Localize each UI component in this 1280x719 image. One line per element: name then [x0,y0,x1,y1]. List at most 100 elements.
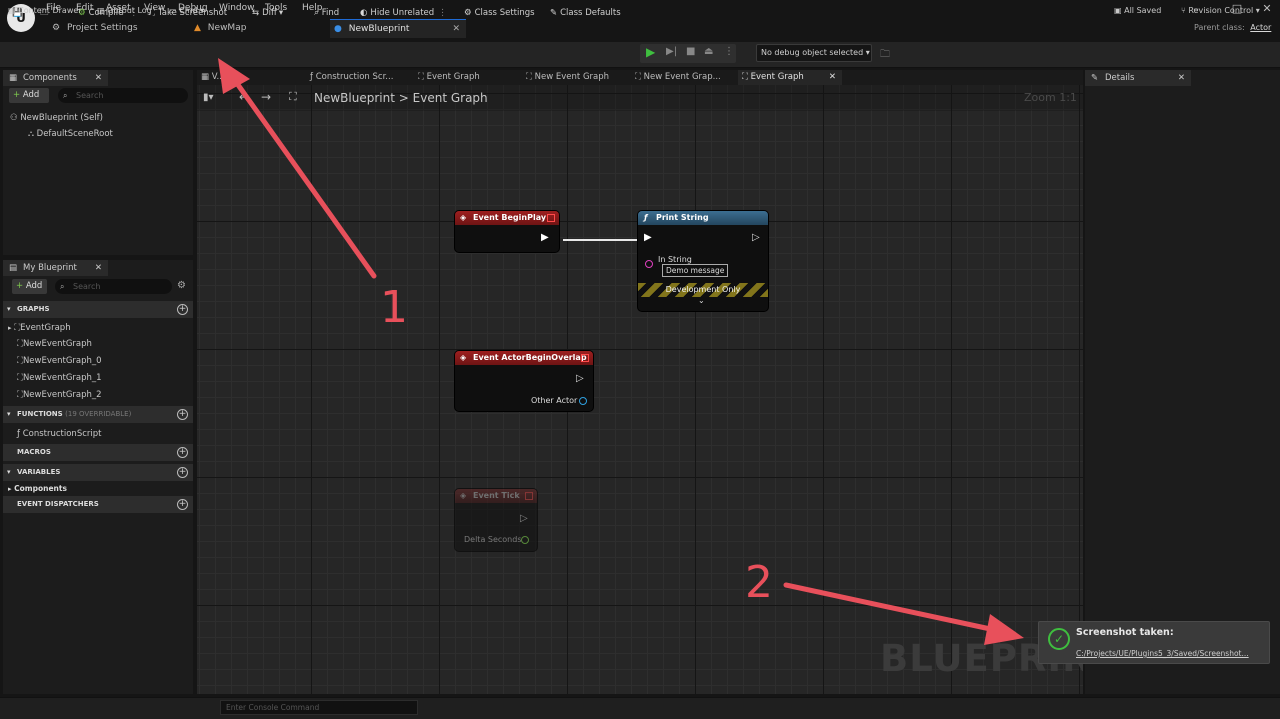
parent-class-value[interactable]: Actor [1250,23,1271,32]
graph-icon: ⛶ [742,72,748,82]
close-icon[interactable]: ✕ [95,260,102,276]
components-tab[interactable]: ▦ Components ✕ [3,70,108,86]
graph-item-eventgraph[interactable]: ▸ ⛶EventGraph [8,323,71,333]
graph-item-neweventgraph-0[interactable]: ⛶NewEventGraph_0 [17,356,102,366]
all-saved-button[interactable]: ▣ All Saved [1114,3,1161,19]
tab-label: NewBlueprint [348,24,410,34]
graphs-section-header[interactable]: ▾ GRAPHS [3,301,193,318]
forward-arrow-icon[interactable]: → [261,90,271,104]
add-member-button[interactable]: + Add [12,279,47,294]
class-settings-button[interactable]: ⚙ Class Settings [460,3,539,23]
bookmark-icon[interactable]: ▮▾ [203,92,214,103]
graph-item-neweventgraph-1[interactable]: ⛶NewEventGraph_1 [17,373,102,383]
node-header: ◈ Event ActorBeginOverlap [455,351,593,365]
exec-out-pin[interactable]: ▷ [576,373,584,384]
pencil-icon: ✎ [1091,73,1099,83]
play-controls: ▶ ▶| ■ ⏏ ⋮ [640,44,736,63]
tab-viewport[interactable]: ▦ V... [197,70,255,85]
macros-section-header[interactable]: MACROS [3,444,193,461]
variables-section-header[interactable]: ▾ VARIABLES [3,464,193,481]
delta-seconds-label: Delta Seconds [464,535,522,544]
function-item-constructionscript[interactable]: ƒ ConstructionScript [17,429,101,439]
close-icon[interactable]: ✕ [1178,70,1185,86]
details-tab[interactable]: ✎ Details ✕ [1085,70,1191,86]
parent-class-label: Parent class: [1194,23,1245,32]
revision-control-button[interactable]: ⑂ Revision Control ▾ [1181,3,1260,19]
exec-out-pin[interactable]: ▷ [752,232,760,243]
play-icon[interactable]: ▶ [646,45,655,59]
console-command-input[interactable]: Enter Console Command [220,700,418,715]
string-pin[interactable] [645,260,653,268]
step-icon[interactable]: ▶| [666,46,677,57]
cmd-select[interactable]: ▭ Cmd ▾ [169,3,204,19]
my-blueprint-tab[interactable]: ▤ My Blueprint ✕ [3,260,108,276]
viewport-icon: ▦ [201,72,210,82]
graph-canvas[interactable]: ▮▾ ← → ⛶ NewBlueprint > Event Graph Zoom… [197,85,1083,694]
event-icon: ◈ [460,353,467,362]
graph-item-neweventgraph-2[interactable]: ⛶NewEventGraph_2 [17,390,102,400]
tab-construction-script[interactable]: ƒ Construction Scr... [306,70,402,85]
components-search-input[interactable]: ⌕ Search [58,88,188,103]
screenshot-path-link[interactable]: C:/Projects/UE/Plugins5_3/Saved/Screensh… [1076,649,1249,658]
my-blueprint-search-input[interactable]: ⌕ Search [55,279,172,294]
variable-category-components[interactable]: ▸ Components [8,484,67,493]
eject-icon[interactable]: ⏏ [704,46,713,57]
event-dispatchers-section-header[interactable]: EVENT DISPATCHERS [3,496,193,513]
graph-icon: ⛶ [418,72,424,82]
blueprint-icon: ● [334,24,342,34]
content-drawer-icon: ▤ [8,6,16,15]
functions-section-header[interactable]: ▾ FUNCTIONS (19 OVERRIDABLE) [3,406,193,423]
delegate-pin[interactable] [581,354,589,362]
log-icon: ▥ [97,6,105,15]
add-function-icon[interactable]: + [177,409,188,420]
add-graph-icon[interactable]: + [177,304,188,315]
node-event-tick[interactable]: ◈ Event Tick ▷ Delta Seconds [455,489,537,551]
more-icon[interactable]: ⋮ [724,46,734,57]
level-icon: ▲ [194,23,201,33]
object-pin[interactable] [579,397,587,405]
component-self[interactable]: ⚇ NewBlueprint (Self) [10,113,103,123]
add-macro-icon[interactable]: + [177,447,188,458]
breadcrumb-blueprint[interactable]: NewBlueprint [314,91,395,105]
chevron-down-icon[interactable]: ⌄ [698,296,705,305]
diff-button[interactable]: ⇆ Diff ▾ [248,3,287,23]
close-icon[interactable]: ✕ [95,70,102,86]
graph-item-neweventgraph[interactable]: ⛶NewEventGraph [17,339,92,349]
add-component-button[interactable]: + Add [9,88,49,103]
stop-icon[interactable]: ■ [686,46,695,57]
add-dispatcher-icon[interactable]: + [177,499,188,510]
tab-event-graph-1[interactable]: ⛶ Event Graph [414,70,514,85]
delegate-pin[interactable] [547,214,555,222]
debug-browse-icon[interactable]: 🗀 [880,47,890,64]
close-icon[interactable]: ✕ [829,70,836,85]
function-icon: ƒ [310,72,313,82]
delegate-pin[interactable] [525,492,533,500]
content-drawer-button[interactable]: ▤ Content Drawer [8,3,82,19]
in-string-field[interactable]: Demo message [662,264,729,277]
close-window-icon[interactable]: ✕ [1258,2,1276,15]
float-pin[interactable] [521,536,529,544]
tab-new-event-graph-2[interactable]: ⛶ New Event Grap... [631,70,735,85]
tab-event-graph-active[interactable]: ⛶ Event Graph ✕ [738,70,842,85]
close-icon[interactable]: ✕ [452,20,460,39]
tab-new-event-graph[interactable]: ⛶ New Event Graph [522,70,624,85]
output-log-button[interactable]: ▥ Output Log [97,3,152,19]
hide-icon: ◐ [360,8,368,18]
node-event-actorbeginoverlap[interactable]: ◈ Event ActorBeginOverlap ▷ Other Actor [455,351,593,411]
hide-unrelated-button[interactable]: ◐ Hide Unrelated ⋮ [356,3,451,23]
graph-icon: ⛶ [635,72,641,82]
class-defaults-button[interactable]: ✎ Class Defaults [546,3,625,23]
node-event-beginplay[interactable]: ◈ Event BeginPlay ▶ [455,211,559,252]
find-button[interactable]: ⌕ Find [310,3,343,23]
add-variable-icon[interactable]: + [177,467,188,478]
component-default-scene-root[interactable]: ⛬ DefaultSceneRoot [28,129,113,139]
graph-icon: ⛶ [289,90,297,103]
debug-object-select[interactable]: No debug object selected ▾ [756,44,872,62]
settings-gear-icon[interactable]: ⚙ [177,280,186,291]
exec-out-pin[interactable]: ▶ [541,232,549,243]
back-arrow-icon[interactable]: ← [239,90,249,104]
breadcrumb-graph[interactable]: Event Graph [413,91,488,105]
exec-out-pin[interactable]: ▷ [520,513,528,524]
node-print-string[interactable]: ƒ Print String ▶ ▷ In String Demo messag… [638,211,768,311]
exec-in-pin[interactable]: ▶ [644,232,652,243]
